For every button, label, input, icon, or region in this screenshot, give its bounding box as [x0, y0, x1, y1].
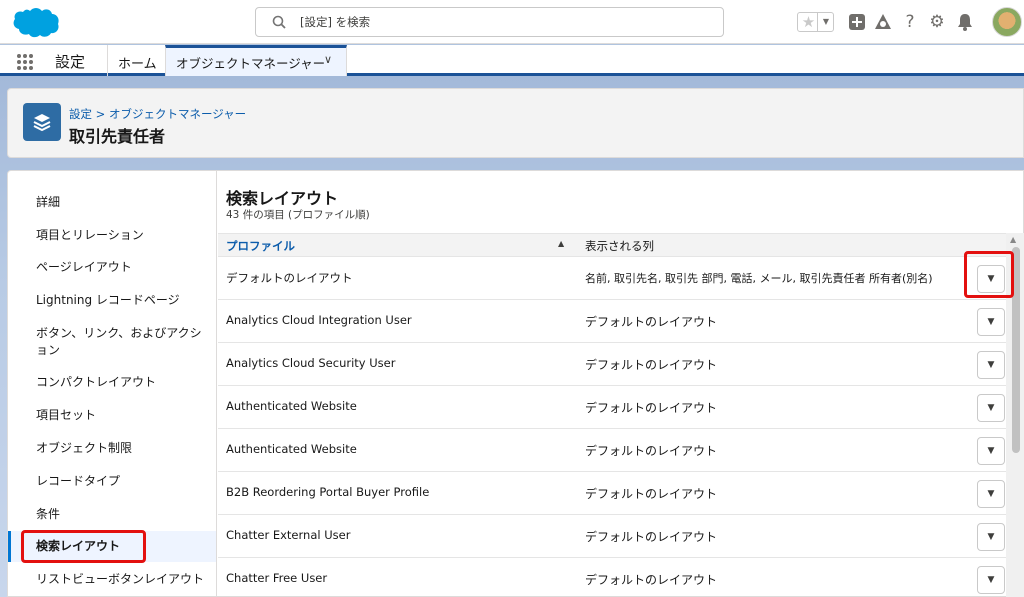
sidebar-item-field-sets[interactable]: 項目セット: [8, 407, 216, 424]
profile-cell: Authenticated Website: [226, 399, 357, 413]
chevron-down-icon: ▼: [987, 317, 995, 327]
breadcrumb[interactable]: 設定 > オブジェクトマネージャー: [69, 106, 246, 122]
section-subtitle: 43 件の項目 (プロファイル順): [226, 209, 370, 221]
tab-object-manager-label: オブジェクトマネージャー: [176, 56, 326, 71]
sidebar: 詳細 項目とリレーション ページレイアウト Lightning レコードページ …: [8, 171, 217, 597]
nav-divider: [107, 45, 108, 76]
columns-cell: デフォルトのレイアウト: [585, 487, 718, 501]
app-name: 設定: [55, 53, 86, 71]
table-row: Chatter Free User デフォルトのレイアウト ▼: [218, 558, 1014, 597]
table-row: Analytics Cloud Integration User デフォルトのレ…: [218, 300, 1014, 343]
chevron-down-icon: ▼: [987, 360, 995, 370]
search-icon: [272, 15, 286, 29]
trailhead-icon[interactable]: [873, 12, 893, 32]
scroll-up-icon[interactable]: ▲: [1010, 235, 1016, 244]
sidebar-item-list-view-button-layout[interactable]: リストビューボタンレイアウト: [8, 571, 216, 588]
star-icon[interactable]: ★: [800, 13, 818, 31]
sidebar-item-object-limits[interactable]: オブジェクト制限: [8, 440, 216, 457]
profile-cell: デフォルトのレイアウト: [226, 271, 353, 285]
row-actions-button[interactable]: ▼: [977, 394, 1005, 422]
avatar[interactable]: [992, 7, 1022, 37]
profile-cell: Analytics Cloud Integration User: [226, 313, 412, 327]
row-actions-button[interactable]: ▼: [977, 437, 1005, 465]
help-icon[interactable]: ?: [900, 12, 920, 32]
global-header: ★ ▼ ? ⚙: [0, 0, 1024, 44]
sidebar-item-search-layouts[interactable]: 検索レイアウト: [8, 531, 216, 562]
sidebar-item-lightning-pages[interactable]: Lightning レコードページ: [8, 292, 216, 309]
chevron-down-icon: ▼: [987, 446, 995, 456]
global-search[interactable]: [255, 7, 724, 37]
chevron-down-icon: ▼: [987, 274, 995, 284]
tab-object-manager[interactable]: オブジェクトマネージャー ∨: [165, 45, 347, 76]
sort-ascending-icon[interactable]: ▲: [558, 239, 564, 248]
profile-cell: B2B Reordering Portal Buyer Profile: [226, 485, 430, 499]
row-actions-button[interactable]: ▼: [977, 308, 1005, 336]
layers-icon: [33, 114, 51, 132]
chevron-down-icon[interactable]: ∨: [324, 53, 332, 66]
sidebar-item-conditions[interactable]: 条件: [8, 506, 216, 523]
section-title: 検索レイアウト: [226, 189, 339, 208]
page-title: 取引先責任者: [69, 127, 166, 146]
chevron-down-icon: ▼: [987, 489, 995, 499]
columns-cell: デフォルトのレイアウト: [585, 401, 718, 415]
search-layouts-content: 検索レイアウト 43 件の項目 (プロファイル順) プロファイル ▲ 表示される…: [218, 171, 1024, 597]
search-input[interactable]: [300, 14, 700, 30]
sidebar-item-fields[interactable]: 項目とリレーション: [8, 227, 216, 244]
table-row: Analytics Cloud Security User デフォルトのレイアウ…: [218, 343, 1014, 386]
row-actions-button[interactable]: ▼: [977, 265, 1005, 293]
table-row: B2B Reordering Portal Buyer Profile デフォル…: [218, 472, 1014, 515]
table-row: Authenticated Website デフォルトのレイアウト ▼: [218, 429, 1014, 472]
chevron-down-icon: ▼: [987, 403, 995, 413]
columns-cell: 名前, 取引先名, 取引先 部門, 電話, メール, 取引先責任者 所有者(別名…: [585, 272, 933, 285]
row-actions-button[interactable]: ▼: [977, 523, 1005, 551]
page-header: 設定 > オブジェクトマネージャー 取引先責任者: [7, 88, 1024, 158]
object-icon: [23, 103, 61, 141]
row-actions-button[interactable]: ▼: [977, 351, 1005, 379]
chevron-down-icon: ▼: [987, 532, 995, 542]
columns-cell: デフォルトのレイアウト: [585, 444, 718, 458]
table-header: プロファイル ▲ 表示される列: [218, 233, 1014, 257]
profile-cell: Chatter Free User: [226, 571, 328, 585]
column-header-displayed-columns: 表示される列: [585, 239, 654, 253]
salesforce-logo[interactable]: [10, 6, 60, 38]
gear-icon[interactable]: ⚙: [927, 12, 947, 32]
tab-home[interactable]: ホーム: [118, 53, 157, 72]
sidebar-item-buttons-links[interactable]: ボタン、リンク、およびアクション: [8, 325, 208, 359]
scrollbar-thumb[interactable]: [1012, 247, 1020, 453]
favorites-control[interactable]: ★ ▼: [797, 12, 834, 32]
columns-cell: デフォルトのレイアウト: [585, 358, 718, 372]
table-row: Authenticated Website デフォルトのレイアウト ▼: [218, 386, 1014, 429]
columns-cell: デフォルトのレイアウト: [585, 530, 718, 544]
scrollbar[interactable]: ▲: [1006, 233, 1024, 597]
profile-cell: Analytics Cloud Security User: [226, 356, 396, 370]
profile-cell: Authenticated Website: [226, 442, 357, 456]
sidebar-item-details[interactable]: 詳細: [8, 194, 216, 211]
columns-cell: デフォルトのレイアウト: [585, 315, 718, 329]
main-panel: 詳細 項目とリレーション ページレイアウト Lightning レコードページ …: [7, 170, 1024, 597]
app-launcher-icon[interactable]: [16, 53, 34, 71]
sidebar-item-record-types[interactable]: レコードタイプ: [8, 473, 216, 490]
profile-cell: Chatter External User: [226, 528, 351, 542]
chevron-down-icon: ▼: [987, 575, 995, 585]
column-header-profile[interactable]: プロファイル: [226, 238, 295, 254]
columns-cell: デフォルトのレイアウト: [585, 573, 718, 587]
row-actions-button[interactable]: ▼: [977, 480, 1005, 508]
row-actions-button[interactable]: ▼: [977, 566, 1005, 594]
app-nav-bar: 設定 ホーム オブジェクトマネージャー ∨: [0, 45, 1024, 76]
sidebar-item-compact-layouts[interactable]: コンパクトレイアウト: [8, 374, 216, 391]
chevron-down-icon[interactable]: ▼: [819, 13, 833, 31]
global-actions-icon[interactable]: [847, 12, 867, 32]
table-row: Chatter External User デフォルトのレイアウト ▼: [218, 515, 1014, 558]
sidebar-item-page-layouts[interactable]: ページレイアウト: [8, 259, 216, 276]
bell-icon[interactable]: [955, 12, 975, 32]
table-row: デフォルトのレイアウト 名前, 取引先名, 取引先 部門, 電話, メール, 取…: [218, 257, 1014, 300]
